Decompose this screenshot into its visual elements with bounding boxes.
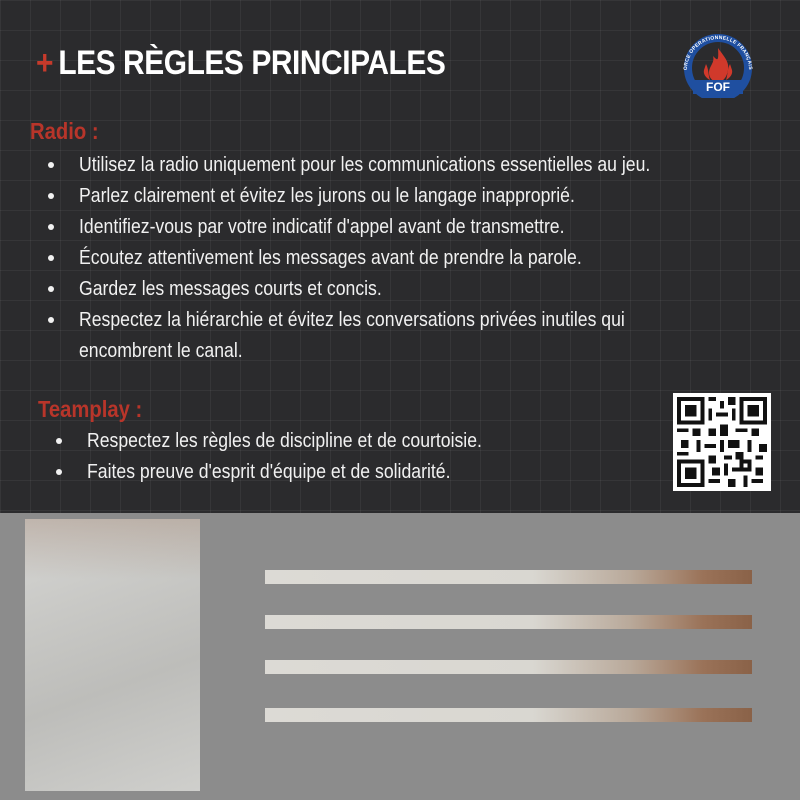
list-item-continuation: encombrent le canal. [79, 339, 243, 362]
radio-rules-list: Utilisez la radio uniquement pour les co… [48, 149, 779, 366]
bullet-icon [56, 469, 62, 475]
bullet-icon [48, 286, 54, 292]
bullet-icon [48, 193, 54, 199]
list-item: Parlez clairement et évitez les jurons o… [48, 180, 779, 211]
bullet-icon [48, 224, 54, 230]
rules-panel: +LES RÈGLES PRINCIPALES FORCE OPERATIONN… [0, 0, 800, 513]
bullet-icon [48, 255, 54, 261]
plus-icon: + [36, 44, 54, 82]
page-title: + LES RÈGLES PRINCIPALES [36, 44, 446, 83]
page-title-text: LES RÈGLES PRINCIPALES [58, 44, 446, 82]
list-item: Faites preuve d'esprit d'équipe et de so… [56, 456, 647, 487]
teamplay-rules-list: Respectez les règles de discipline et de… [56, 425, 647, 487]
list-item: Identifiez-vous par votre indicatif d'ap… [48, 211, 779, 242]
concrete-texture-slab [25, 519, 200, 791]
list-item: Respectez la hiérarchie et évitez les co… [48, 304, 779, 335]
radio-heading: Radio : [30, 118, 99, 144]
bullet-icon [48, 317, 54, 323]
rusted-strip-texture [265, 708, 752, 722]
rusted-strip-texture [265, 660, 752, 674]
list-item: Respectez les règles de discipline et de… [56, 425, 647, 456]
rusted-strip-texture [265, 570, 752, 584]
logo-text: FOF [706, 80, 730, 94]
rusted-strip-texture [265, 615, 752, 629]
list-item: Utilisez la radio uniquement pour les co… [48, 149, 779, 180]
list-item: Gardez les messages courts et concis. [48, 273, 779, 304]
fof-logo-icon: FORCE OPERATIONNELLE FRANÇAISE FOF [673, 30, 753, 98]
qr-code-icon [673, 393, 771, 491]
teamplay-heading: Teamplay : [38, 396, 143, 422]
bullet-icon [48, 162, 54, 168]
bullet-icon [56, 438, 62, 444]
list-item: Écoutez attentivement les messages avant… [48, 242, 779, 273]
